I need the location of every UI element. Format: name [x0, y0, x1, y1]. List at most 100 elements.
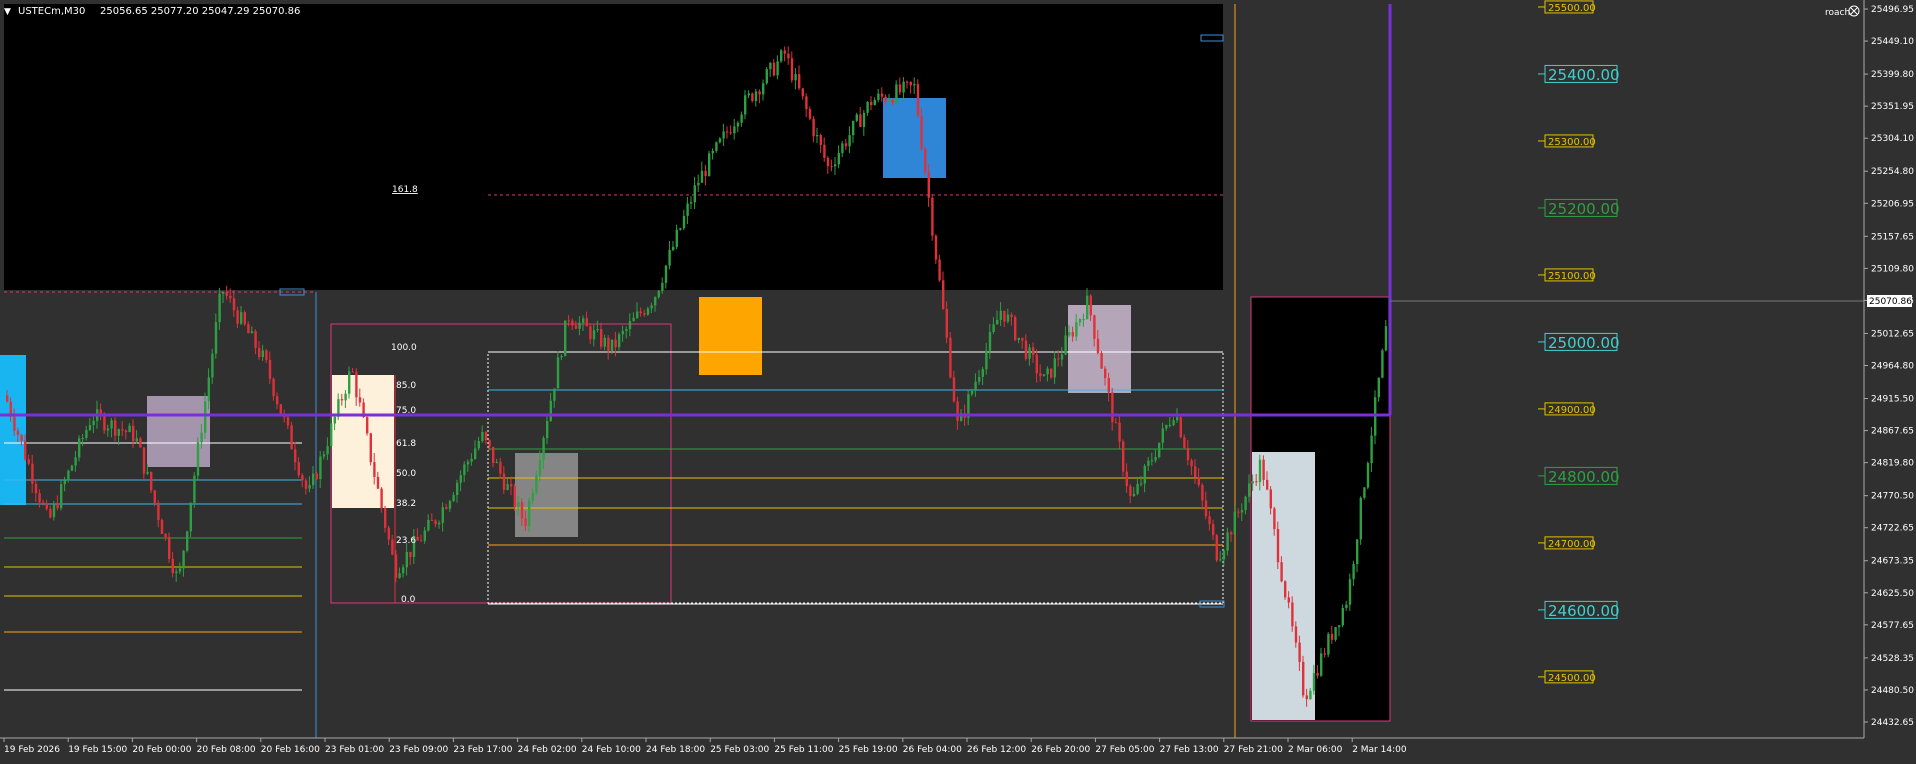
candle-body — [232, 298, 236, 311]
candle-body — [45, 503, 48, 509]
candle-body — [178, 568, 182, 572]
candle-body — [1309, 690, 1312, 700]
light-blue-zone — [1252, 452, 1315, 720]
candle-body — [481, 431, 484, 442]
candle-body — [1032, 347, 1035, 355]
time-tick-label: 24 Feb 10:00 — [582, 745, 641, 755]
candle-body — [373, 462, 376, 477]
candle-body — [1291, 602, 1294, 627]
price-tick-label: 24915.50 — [1871, 395, 1914, 405]
candle-body — [985, 350, 988, 370]
candle-body — [6, 395, 9, 402]
candle-body — [200, 432, 203, 443]
candle-body — [236, 310, 239, 324]
candle-body — [258, 347, 261, 358]
candle-body — [866, 101, 869, 113]
candle-body — [571, 320, 574, 326]
candle-body — [945, 308, 948, 338]
candle-body — [978, 376, 981, 382]
candle-body — [1050, 368, 1053, 378]
candle-body — [214, 322, 218, 354]
price-tick-label: 24867.65 — [1871, 427, 1914, 437]
candle-body — [1179, 417, 1182, 438]
candle-body — [657, 290, 660, 298]
candle-body — [1377, 377, 1380, 398]
level-label-text: 24800.00 — [1548, 468, 1620, 486]
candle-body — [1014, 317, 1017, 340]
level-label-text: 24900.00 — [1548, 405, 1596, 416]
candle-body — [355, 371, 358, 398]
orange-zone — [699, 297, 762, 375]
candle-body — [938, 259, 941, 281]
candle-body — [1345, 604, 1348, 608]
candle-body — [1262, 459, 1265, 480]
candle-body — [1183, 437, 1186, 448]
candle-body — [301, 475, 304, 481]
candle-body — [585, 318, 588, 327]
candle-body — [733, 126, 736, 134]
candle-body — [276, 396, 279, 405]
time-tick-label: 19 Feb 2026 — [4, 745, 60, 755]
candle-body — [625, 329, 628, 331]
chart-menu-icon[interactable]: ▼ — [4, 7, 11, 17]
candle-body — [888, 99, 891, 102]
candle-body — [902, 81, 905, 93]
candle-body — [1352, 564, 1355, 580]
candle-body — [992, 324, 995, 332]
candle-body — [405, 551, 408, 568]
candle-body — [106, 428, 110, 431]
candle-body — [592, 330, 596, 340]
candle-body — [632, 317, 635, 322]
candle-body — [517, 502, 520, 508]
candle-body — [322, 454, 326, 457]
candle-body — [1140, 483, 1143, 485]
candle-body — [1024, 340, 1028, 359]
candle-body — [488, 440, 491, 447]
candle-body — [834, 164, 837, 167]
candle-body — [78, 438, 81, 458]
candle-body — [535, 475, 538, 493]
chart-svg[interactable]: 161.8 100.0 85.0 75.0 61.8 50.0 38.2 23.… — [0, 0, 1916, 760]
candle-body — [1006, 314, 1010, 322]
candle-body — [124, 430, 128, 433]
candle-body — [672, 246, 675, 250]
candle-body — [520, 502, 524, 519]
candle-body — [607, 337, 610, 351]
candle-body — [870, 101, 873, 106]
candle-body — [1356, 539, 1359, 565]
candle-body — [1305, 695, 1308, 700]
candle-body — [1215, 535, 1218, 561]
candle-body — [636, 311, 639, 318]
candle-body — [956, 401, 959, 421]
chart-symbol: USTECm,M30 — [18, 6, 85, 17]
candle-body — [859, 114, 862, 127]
candle-body — [1071, 332, 1074, 337]
level-label-text: 24700.00 — [1548, 539, 1596, 550]
candle-body — [546, 420, 549, 439]
candle-body — [171, 558, 174, 574]
candle-body — [121, 429, 124, 431]
time-tick-label: 20 Feb 16:00 — [261, 745, 320, 755]
candle-body — [1363, 487, 1366, 498]
candle-body — [513, 486, 516, 508]
price-tick-label: 24770.50 — [1871, 492, 1914, 502]
candle-body — [949, 337, 952, 378]
candle-body — [70, 465, 74, 471]
candle-body — [168, 537, 171, 559]
candle-body — [693, 185, 696, 203]
candle-body — [981, 369, 984, 377]
candle-body — [1219, 559, 1222, 561]
level-label-text: 25500.00 — [1548, 3, 1596, 14]
candle-body — [1237, 511, 1240, 513]
candle-body — [708, 153, 711, 177]
chart-area[interactable]: 161.8 100.0 85.0 75.0 61.8 50.0 38.2 23.… — [0, 0, 1916, 760]
time-tick-label: 24 Feb 18:00 — [646, 745, 705, 755]
candle-body — [758, 91, 761, 95]
candle-body — [186, 531, 189, 551]
candle-body — [697, 182, 700, 186]
candle-body — [477, 441, 480, 449]
candle-body — [1028, 347, 1031, 359]
candle-body — [376, 476, 380, 489]
candle-body — [1194, 466, 1197, 478]
candle-body — [1021, 337, 1024, 341]
